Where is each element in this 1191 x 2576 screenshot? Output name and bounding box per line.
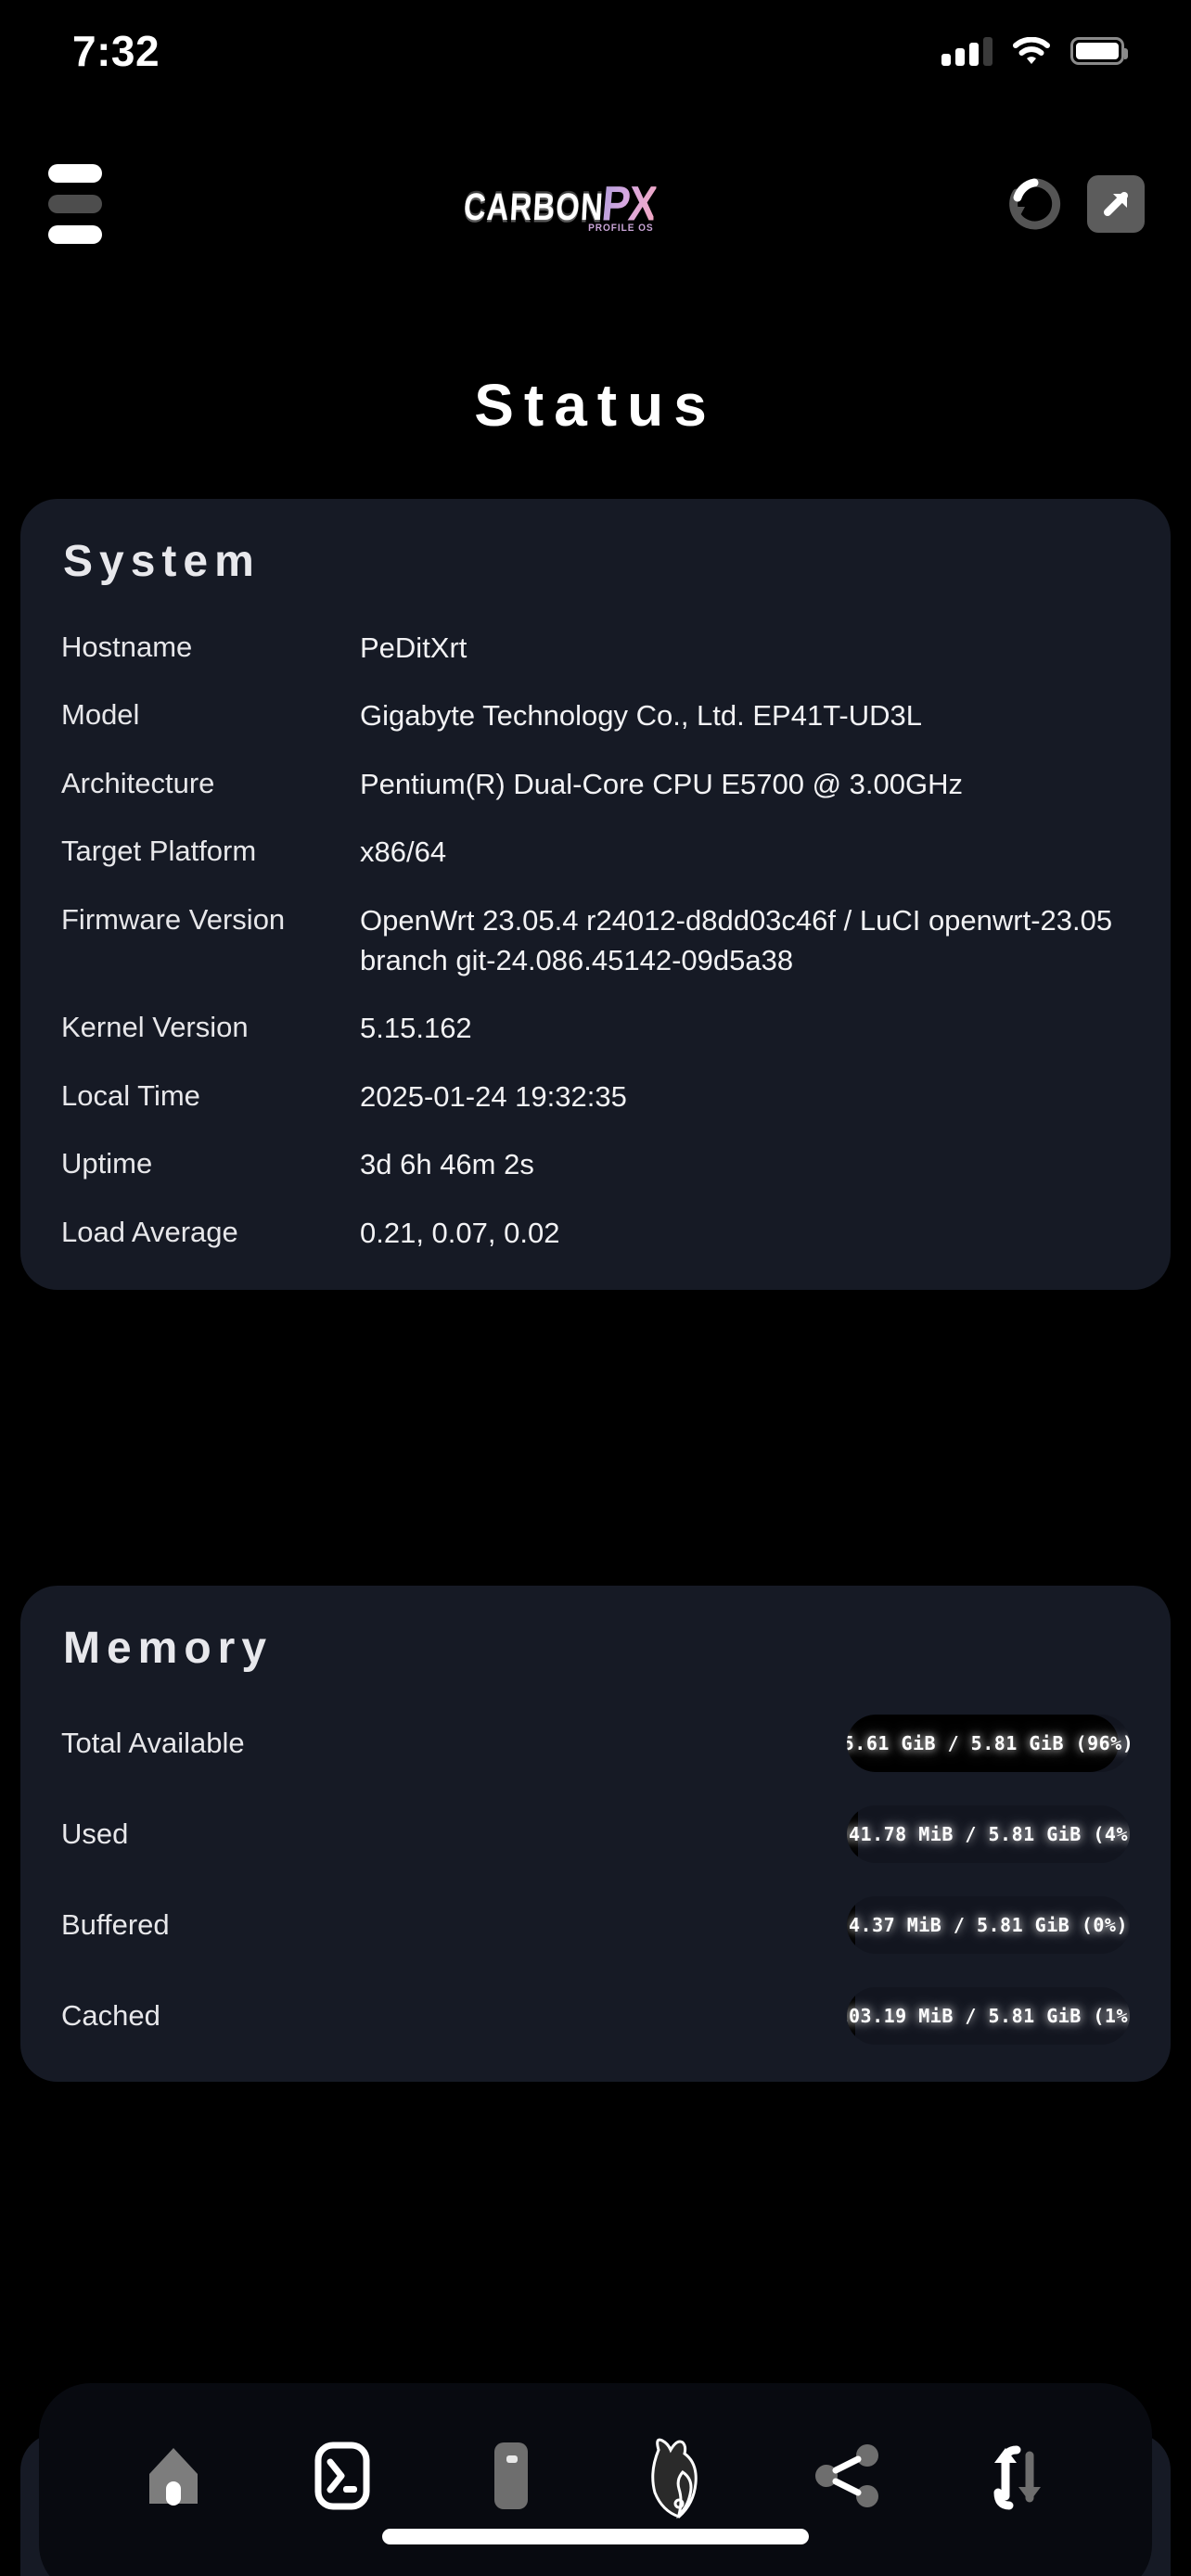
memory-bar-wrapper: 103.19 MiB / 5.81 GiB (1%) — [367, 1987, 1130, 2045]
memory-card: Memory Total Available 5.61 GiB / 5.81 Gi… — [20, 1586, 1171, 2082]
cellular-signal-icon — [941, 36, 992, 66]
wifi-icon — [1013, 36, 1050, 65]
app-logo: CARBON PX PROFILE OS — [462, 175, 658, 234]
system-row: Load Average 0.21, 0.07, 0.02 — [61, 1213, 1130, 1253]
system-row-value: OpenWrt 23.05.4 r24012-d8dd03c46f / LuCI… — [360, 903, 1113, 976]
system-card: System Hostname PeDitXrt Model Gigabyte Tec… — [20, 499, 1171, 1290]
system-row: Hostname PeDitXrt — [61, 628, 1130, 668]
memory-row-label: Cached — [61, 1999, 160, 2032]
refresh-icon[interactable] — [1005, 175, 1063, 233]
memory-bar-wrapper: 241.78 MiB / 5.81 GiB (4%) — [367, 1805, 1130, 1863]
nav-item-peditx[interactable] — [629, 2431, 731, 2524]
memory-progress-text: 4.37 MiB / 5.81 GiB (0%) — [849, 1914, 1128, 1936]
nav-item-update[interactable] — [967, 2431, 1069, 2524]
system-row-label: Firmware Version — [61, 902, 286, 936]
memory-bar-wrapper: 4.37 MiB / 5.81 GiB (0%) — [367, 1896, 1130, 1954]
hamburger-menu-icon[interactable] — [37, 163, 113, 245]
system-row-label: Kernel Version — [61, 1011, 249, 1044]
system-row-value: x86/64 — [360, 835, 447, 869]
system-row-label: Local Time — [61, 1078, 200, 1112]
terminal-icon — [313, 2441, 372, 2516]
share-icon — [813, 2442, 884, 2514]
fox-logo-icon — [642, 2431, 718, 2525]
nav-item-home[interactable] — [122, 2431, 224, 2524]
memory-rows: Total Available 5.61 GiB / 5.81 GiB (96%)… — [20, 1674, 1171, 2082]
nav-item-network[interactable] — [798, 2431, 900, 2524]
page-title: Status — [474, 372, 717, 439]
system-row: Architecture Pentium(R) Dual-Core CPU E57… — [61, 764, 1130, 804]
status-bar: 7:32 — [0, 0, 1191, 102]
bottom-navigation-bar — [39, 2383, 1152, 2576]
system-row-label: Uptime — [61, 1147, 153, 1180]
nav-item-terminal[interactable] — [291, 2431, 393, 2524]
memory-bar-wrapper: 5.61 GiB / 5.81 GiB (96%) — [367, 1715, 1130, 1772]
status-bar-indicators — [941, 36, 1128, 66]
home-icon — [144, 2442, 203, 2514]
system-row-label: Model — [61, 698, 140, 732]
nav-item-router[interactable] — [460, 2431, 562, 2524]
system-row-value: 5.15.162 — [360, 1012, 472, 1045]
system-row: Firmware Version OpenWrt 23.05.4 r24012-d… — [61, 900, 1130, 981]
system-row-value: 2025-01-24 19:32:35 — [360, 1079, 627, 1113]
external-link-icon[interactable] — [1086, 175, 1145, 233]
memory-progress-bar: 4.37 MiB / 5.81 GiB (0%) — [847, 1896, 1130, 1954]
system-row: Model Gigabyte Technology Co., Ltd. EP41T… — [61, 695, 1130, 735]
status-bar-time: 7:32 — [72, 27, 160, 75]
system-row: Target Platform x86/64 — [61, 832, 1130, 872]
home-indicator — [382, 2529, 809, 2544]
system-row-value: 3d 6h 46m 2s — [360, 1148, 534, 1181]
system-row-value: Pentium(R) Dual-Core CPU E5700 @ 3.00GHz — [360, 767, 963, 800]
memory-row: Buffered 4.37 MiB / 5.81 GiB (0%) — [61, 1896, 1130, 1954]
memory-progress-text: 241.78 MiB / 5.81 GiB (4%) — [847, 1823, 1130, 1845]
sync-icon — [985, 2441, 1050, 2516]
system-row-label: Hostname — [61, 631, 193, 663]
system-row: Local Time 2025-01-24 19:32:35 — [61, 1077, 1130, 1116]
system-card-title: System — [63, 537, 261, 586]
system-row-value: 0.21, 0.07, 0.02 — [360, 1216, 560, 1249]
system-row-label: Architecture — [61, 766, 215, 799]
logo-main-text: CARBON — [462, 185, 606, 228]
app-header: CARBON PX PROFILE OS — [0, 148, 1191, 260]
memory-card-title: Memory — [63, 1624, 274, 1673]
system-row: Kernel Version 5.15.162 — [61, 1008, 1130, 1048]
memory-progress-bar: 103.19 MiB / 5.81 GiB (1%) — [847, 1987, 1130, 2045]
memory-row: Total Available 5.61 GiB / 5.81 GiB (96%) — [61, 1715, 1130, 1772]
memory-progress-text: 5.61 GiB / 5.81 GiB (96%) — [847, 1732, 1130, 1754]
memory-row-label: Used — [61, 1817, 129, 1850]
memory-progress-text: 103.19 MiB / 5.81 GiB (1%) — [847, 2005, 1130, 2027]
header-actions — [1005, 175, 1145, 233]
system-row: Uptime 3d 6h 46m 2s — [61, 1144, 1130, 1184]
logo-accent-text: PX — [599, 175, 658, 231]
memory-row-label: Total Available — [61, 1727, 245, 1759]
battery-full-icon — [1070, 37, 1128, 65]
system-row-label: Target Platform — [61, 835, 257, 868]
memory-row: Cached 103.19 MiB / 5.81 GiB (1%) — [61, 1987, 1130, 2045]
memory-progress-bar: 5.61 GiB / 5.81 GiB (96%) — [847, 1715, 1130, 1772]
memory-row-label: Buffered — [61, 1908, 170, 1941]
logo-subtitle: PROFILE OS — [588, 222, 655, 234]
system-row-label: Load Average — [61, 1215, 238, 1248]
memory-progress-bar: 241.78 MiB / 5.81 GiB (4%) — [847, 1805, 1130, 1863]
router-icon — [481, 2439, 541, 2518]
system-rows: Hostname PeDitXrt Model Gigabyte Technology… — [20, 587, 1171, 1290]
system-row-value: Gigabyte Technology Co., Ltd. EP41T-UD3L — [360, 699, 922, 733]
memory-row: Used 241.78 MiB / 5.81 GiB (4%) — [61, 1805, 1130, 1863]
system-row-value: PeDitXrt — [360, 631, 467, 664]
